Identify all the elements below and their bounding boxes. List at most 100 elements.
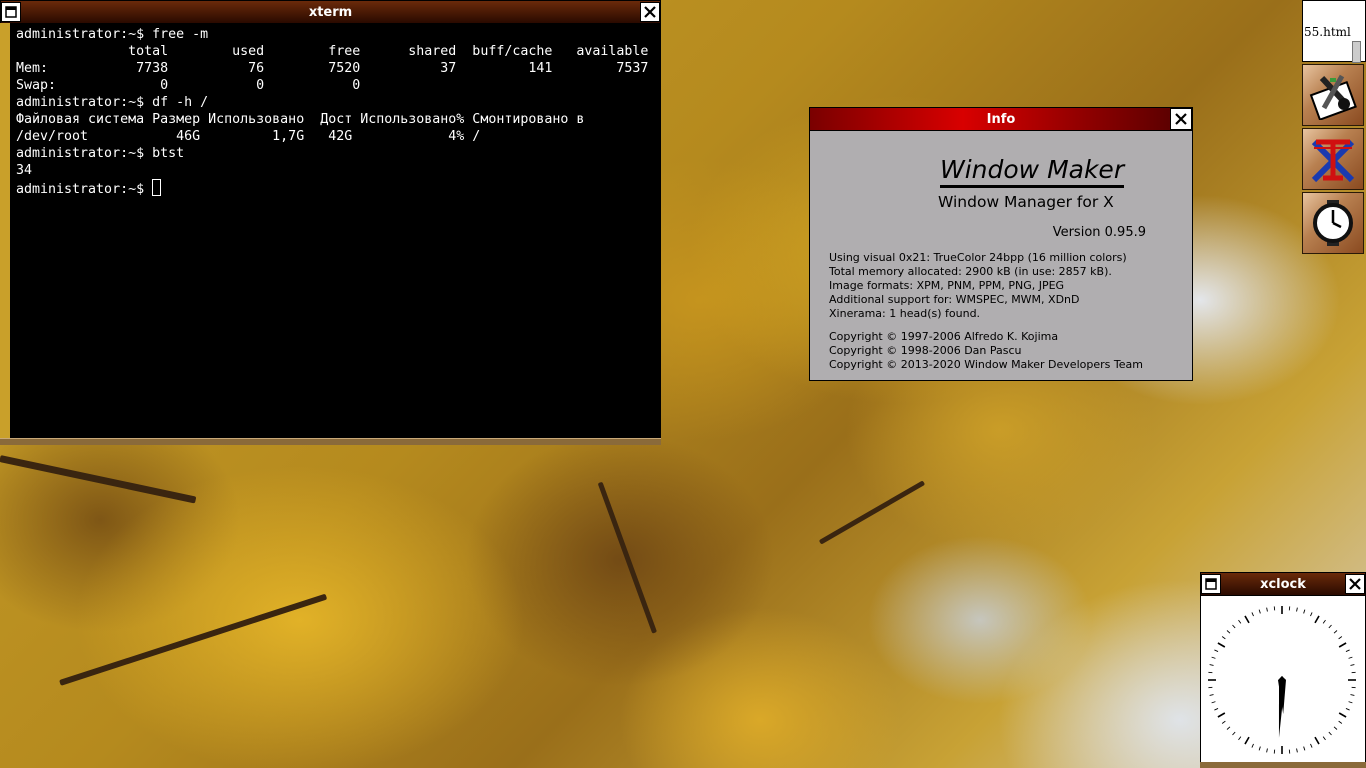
close-icon (1349, 578, 1361, 590)
xclock-resize-bar[interactable] (1200, 762, 1366, 768)
close-icon (1175, 113, 1187, 125)
clock-tick (1328, 731, 1332, 736)
clock-tick (1338, 712, 1347, 718)
clock-tick (1209, 694, 1214, 696)
terminal-line: /dev/root 46G 1,7G 42G 4% / (16, 129, 481, 144)
detail-line: Xinerama: 1 head(s) found. (829, 307, 981, 320)
xclock-title: xclock (1260, 576, 1306, 592)
clock-tick (1322, 736, 1326, 741)
close-button[interactable] (640, 2, 660, 22)
clock-tick (1345, 708, 1350, 711)
dock-app-xterm[interactable] (1302, 128, 1364, 190)
detail-line: Total memory allocated: 2900 kB (in use:… (829, 265, 1112, 278)
clock-tick (1338, 642, 1347, 648)
clock-tick (1232, 624, 1236, 629)
info-close-button[interactable] (1170, 108, 1192, 130)
clock-dial (1208, 606, 1356, 754)
clock-tick (1238, 619, 1242, 624)
app-subtitle: Window Manager for X (938, 193, 1114, 211)
system-details: Using visual 0x21: TrueColor 24bpp (16 m… (829, 251, 1127, 321)
clock-icon (1313, 200, 1353, 246)
clock-tick (1238, 736, 1242, 741)
wallpaper-branch (818, 480, 926, 545)
terminal-line: Mem: 7738 76 7520 37 141 7537 (16, 61, 649, 76)
minimize-icon (1205, 578, 1217, 590)
clock-tick (1258, 746, 1261, 751)
copyright-line: Copyright © 2013-2020 Window Maker Devel… (829, 358, 1143, 371)
xterm-resize-bar[interactable] (0, 438, 661, 445)
clock-tick (1251, 743, 1254, 748)
clock-tick (1350, 664, 1355, 666)
clock-tick (1333, 630, 1338, 634)
app-version: Version 0.95.9 (1052, 225, 1146, 240)
clock-tick (1266, 748, 1268, 753)
terminal-line: administrator:~$ df -h / (16, 95, 209, 110)
terminal-line: 34 (16, 163, 33, 178)
info-title: Info (986, 111, 1016, 127)
xterm-titlebar[interactable]: xterm (0, 0, 661, 24)
minimize-button[interactable] (1201, 574, 1221, 594)
wallpaper-branch (59, 593, 328, 686)
clock-tick (1226, 726, 1231, 730)
wallpaper-branch (597, 481, 658, 634)
copyright-line: Copyright © 1998-2006 Dan Pascu (829, 344, 1022, 357)
terminal-line: Файловая система Размер Использовано Дос… (16, 112, 585, 127)
clock-face (1200, 595, 1366, 763)
clock-tick (1266, 607, 1268, 612)
xterm-window[interactable]: xterm administrator:~$ free -m total use… (0, 0, 661, 445)
xclock-titlebar[interactable]: xclock (1200, 572, 1366, 596)
clock-tick (1211, 656, 1216, 659)
clock-tick (1258, 609, 1261, 614)
clock-tick (1314, 615, 1320, 624)
clock-tick (1211, 701, 1216, 704)
clock-tick (1221, 636, 1226, 640)
dock-browser-scrollbar[interactable] (1352, 41, 1361, 63)
clock-tick (1338, 636, 1343, 640)
close-icon (644, 6, 656, 18)
clock-tick (1322, 619, 1326, 624)
xclock-window[interactable]: xclock (1200, 572, 1366, 768)
clock-tick (1244, 615, 1250, 624)
clock-tick (1328, 624, 1332, 629)
minimize-button[interactable] (1, 2, 21, 22)
clock-tick (1232, 731, 1236, 736)
copyright-line: Copyright © 1997-2006 Alfredo K. Kojima (829, 330, 1059, 343)
clock-tick (1217, 642, 1226, 648)
xterm-title: xterm (308, 4, 353, 20)
clock-tick (1350, 694, 1355, 696)
clock-tick (1333, 726, 1338, 730)
wmprefs-icon (1309, 74, 1357, 120)
clock-tick (1217, 712, 1226, 718)
dock-app-wmprefs[interactable] (1302, 64, 1364, 126)
app-name: Window Maker (940, 155, 1125, 188)
minimize-icon (5, 6, 17, 18)
dock-browser-tile[interactable]: 55.html (1302, 0, 1366, 63)
info-titlebar[interactable]: Info (810, 108, 1192, 131)
info-panel[interactable]: Info Window Maker Window Manager for X V… (809, 107, 1193, 381)
detail-line: Image formats: XPM, PNM, PPM, PNG, JPEG (829, 279, 1065, 292)
clock-tick (1310, 612, 1313, 617)
terminal-area[interactable]: administrator:~$ free -m total used free… (0, 23, 661, 438)
terminal-cursor (152, 179, 162, 196)
clock-tick (1226, 630, 1231, 634)
wallpaper-branch (0, 455, 197, 504)
dock: 55.html (1302, 0, 1366, 256)
close-button[interactable] (1345, 574, 1365, 594)
terminal-output: administrator:~$ free -m total used free… (10, 23, 661, 198)
clock-tick (1251, 612, 1254, 617)
clock-tick (1244, 736, 1250, 745)
clock-tick (1221, 720, 1226, 724)
xterm-icon (1311, 139, 1355, 183)
dock-app-clock[interactable] (1302, 192, 1364, 254)
terminal-line: Swap: 0 0 0 (16, 78, 361, 93)
clock-tick (1296, 607, 1298, 612)
clock-tick (1209, 664, 1214, 666)
terminal-line: administrator:~$ free -m (16, 27, 209, 42)
detail-line: Using visual 0x21: TrueColor 24bpp (16 m… (829, 251, 1127, 264)
clock-tick (1303, 609, 1306, 614)
clock-tick (1296, 748, 1298, 753)
clock-tick (1310, 743, 1313, 748)
clock-tick (1348, 701, 1353, 704)
copyright-block: Copyright © 1997-2006 Alfredo K. Kojima … (829, 330, 1143, 372)
clock-tick (1338, 720, 1343, 724)
